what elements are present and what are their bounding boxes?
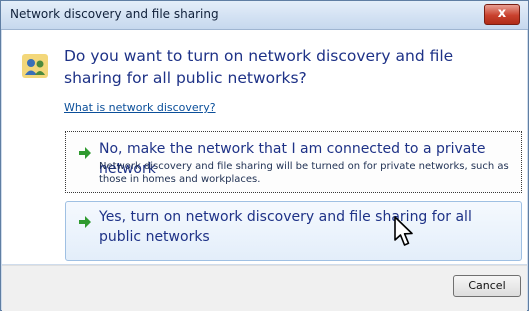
option-private-description: Network discovery and file sharing will … — [99, 161, 509, 185]
network-users-icon — [22, 54, 48, 78]
option-public-network[interactable]: Yes, turn on network discovery and file … — [65, 201, 522, 261]
close-button[interactable]: x — [484, 4, 520, 25]
network-discovery-help-link[interactable]: What is network discovery? — [64, 101, 216, 114]
dialog-content: Do you want to turn on network discovery… — [2, 30, 527, 264]
arrow-right-icon — [79, 147, 91, 159]
option-private-network[interactable]: No, make the network that I am connected… — [65, 131, 522, 193]
mouse-cursor-icon — [394, 216, 413, 246]
cancel-button[interactable]: Cancel — [453, 275, 521, 297]
close-icon: x — [497, 6, 507, 21]
option-public-title: Yes, turn on network discovery and file … — [99, 209, 472, 245]
arrow-right-icon — [79, 216, 91, 228]
window-title: Network discovery and file sharing — [10, 7, 219, 21]
dialog-footer: Cancel — [2, 265, 527, 311]
title-bar[interactable]: Network discovery and file sharing x — [1, 1, 528, 30]
dialog-window: Network discovery and file sharing x Do … — [0, 0, 529, 311]
dialog-question: Do you want to turn on network discovery… — [64, 47, 454, 87]
